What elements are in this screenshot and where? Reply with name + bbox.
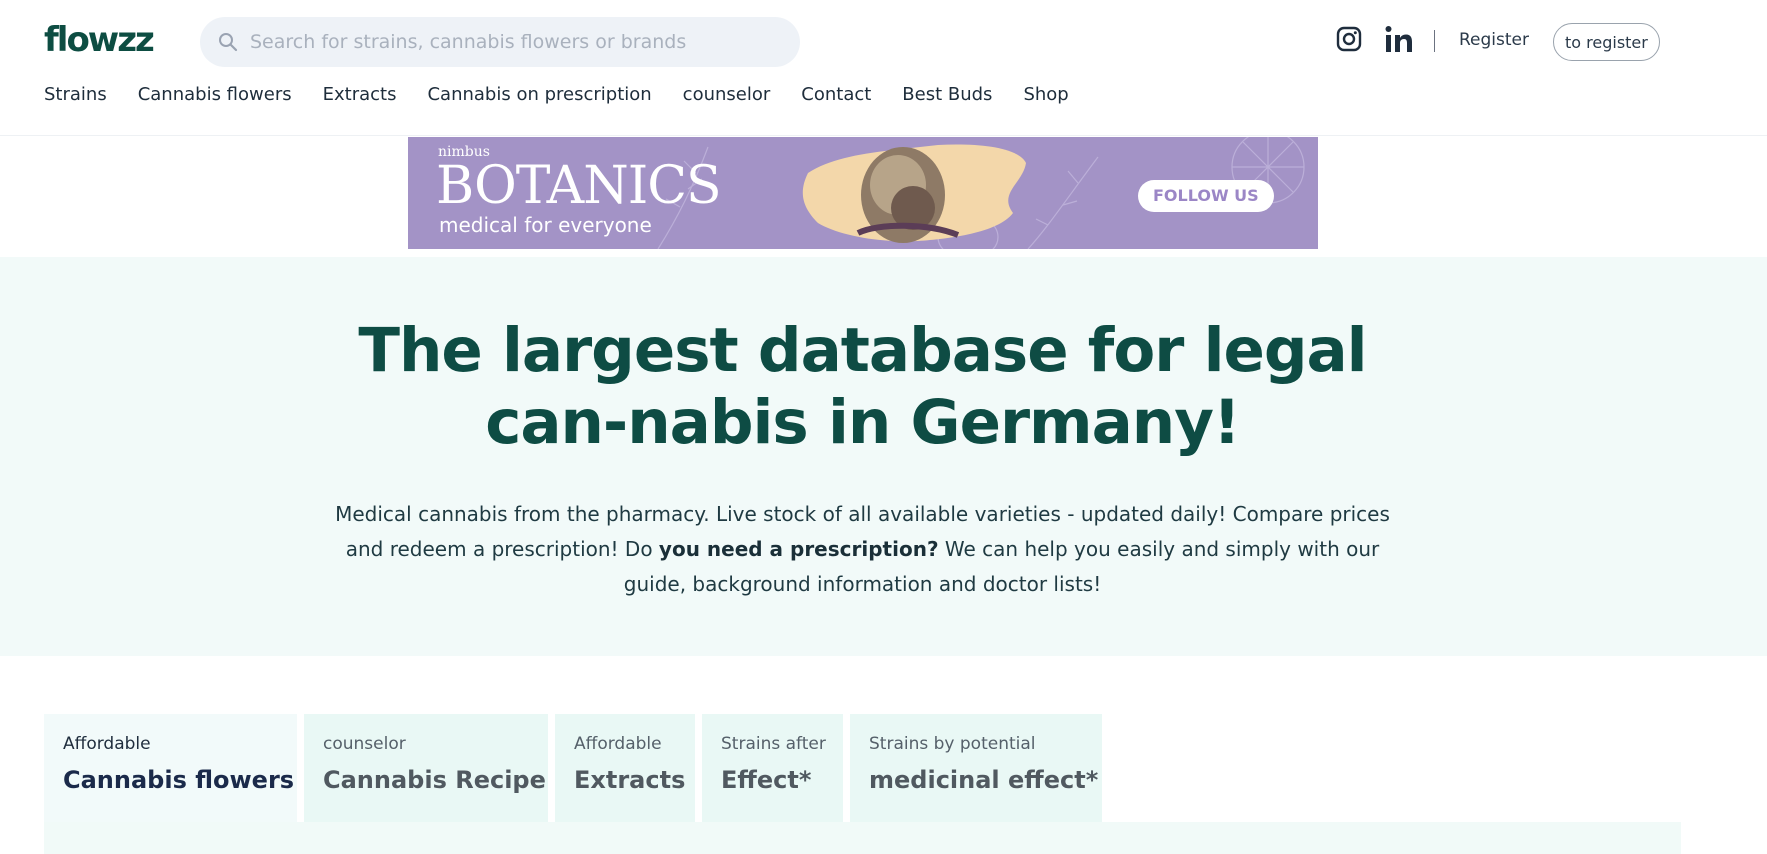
- cannabis-bud-image: [802, 144, 1026, 243]
- nav-item-cannabis-on-prescription[interactable]: Cannabis on prescription: [427, 84, 651, 105]
- hero-title: The largest database for legal can-nabis…: [358, 315, 1367, 458]
- tab-content-panel: [44, 822, 1681, 854]
- tab-medicinal-effect[interactable]: Strains by potential medicinal effect*: [850, 714, 1102, 822]
- header-divider: [1434, 30, 1435, 52]
- tab-subtitle: Strains by potential: [869, 734, 1036, 754]
- hero-text-bold: you need a prescription?: [658, 537, 939, 561]
- banner-tagline: medical for everyone: [439, 213, 652, 237]
- tab-cannabis-flowers[interactable]: Affordable Cannabis flowers: [44, 714, 297, 822]
- tab-title: Cannabis flowers: [63, 766, 295, 794]
- tab-title: Effect*: [721, 766, 812, 794]
- search-input[interactable]: [250, 17, 780, 67]
- hero-description: Medical cannabis from the pharmacy. Live…: [320, 497, 1405, 602]
- tab-title: Extracts: [574, 766, 686, 794]
- category-tabs: Affordable Cannabis flowers counselor Ca…: [44, 714, 1681, 854]
- nav-item-best-buds[interactable]: Best Buds: [902, 84, 992, 105]
- instagram-icon[interactable]: [1336, 26, 1362, 52]
- hero-section: The largest database for legal can-nabis…: [0, 257, 1767, 656]
- nav-item-extracts[interactable]: Extracts: [323, 84, 397, 105]
- tab-title: medicinal effect*: [869, 766, 1099, 794]
- tab-title: Cannabis Recipe: [323, 766, 546, 794]
- nav-item-counselor[interactable]: counselor: [683, 84, 771, 105]
- nav-item-strains[interactable]: Strains: [44, 84, 107, 105]
- register-link[interactable]: Register: [1459, 30, 1529, 50]
- to-register-button[interactable]: to register: [1553, 23, 1660, 61]
- linkedin-icon[interactable]: [1384, 24, 1414, 54]
- banner-brand-title: BOTANICS: [436, 156, 722, 216]
- search-bar[interactable]: [200, 17, 800, 67]
- tab-subtitle: counselor: [323, 734, 406, 754]
- tab-subtitle: Affordable: [63, 734, 151, 754]
- main-nav: Strains Cannabis flowers Extracts Cannab…: [44, 84, 1100, 105]
- site-header: flowzz Register to register Strains Cann…: [0, 0, 1767, 136]
- ad-banner[interactable]: nimbus BOTANICS medical for everyone FOL…: [408, 137, 1318, 249]
- tab-extracts[interactable]: Affordable Extracts: [555, 714, 695, 822]
- nav-item-shop[interactable]: Shop: [1023, 84, 1068, 105]
- tab-cannabis-recipe[interactable]: counselor Cannabis Recipe: [304, 714, 548, 822]
- search-icon: [219, 33, 238, 52]
- tab-effect[interactable]: Strains after Effect*: [702, 714, 843, 822]
- logo[interactable]: flowzz: [44, 20, 155, 60]
- tab-subtitle: Strains after: [721, 734, 826, 754]
- nav-item-contact[interactable]: Contact: [801, 84, 871, 105]
- nav-item-cannabis-flowers[interactable]: Cannabis flowers: [138, 84, 292, 105]
- follow-us-button[interactable]: FOLLOW US: [1138, 180, 1274, 212]
- tab-subtitle: Affordable: [574, 734, 662, 754]
